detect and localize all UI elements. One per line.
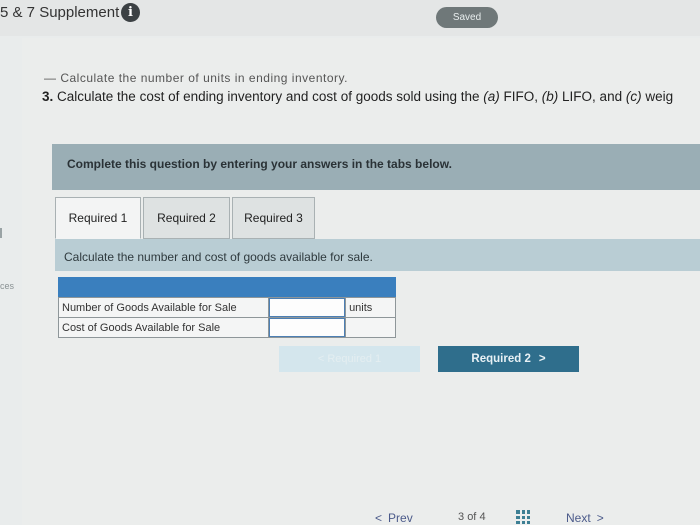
next-label: Next bbox=[566, 511, 591, 525]
tab-required-1[interactable]: Required 1 bbox=[55, 197, 141, 239]
tab-required-2[interactable]: Required 2 bbox=[143, 197, 230, 239]
table-row: Number of Goods Available for Sale units bbox=[57, 297, 396, 318]
question-number: 3. bbox=[42, 89, 54, 104]
next-required-label: Required 2 bbox=[471, 353, 531, 365]
tab-instruction: Calculate the number and cost of goods a… bbox=[64, 250, 373, 264]
question-body: Calculate the cost of ending inventory a… bbox=[53, 89, 484, 104]
saved-badge: Saved bbox=[436, 7, 498, 28]
row-label-number-of-goods: Number of Goods Available for Sale bbox=[57, 297, 270, 318]
page-current: 3 bbox=[458, 511, 465, 523]
question-c-text: weig bbox=[641, 89, 674, 104]
page-total: 4 bbox=[479, 511, 486, 523]
page-count: 3 of 4 bbox=[458, 511, 486, 523]
question-text: 3. Calculate the cost of ending inventor… bbox=[42, 89, 700, 104]
question-previous-line: — Calculate the number of units in endin… bbox=[44, 73, 348, 85]
next-link[interactable]: Next > bbox=[566, 511, 604, 525]
info-icon[interactable]: i bbox=[121, 3, 140, 22]
question-c-label: (c) bbox=[625, 89, 642, 104]
table-header bbox=[58, 277, 396, 297]
table-row: Cost of Goods Available for Sale bbox=[57, 317, 396, 338]
chevron-right-icon: > bbox=[596, 511, 604, 525]
prev-required-button[interactable]: < Required 1 bbox=[279, 346, 420, 372]
unit-label-empty bbox=[345, 317, 396, 338]
question-a-text: FIFO, bbox=[499, 89, 542, 104]
page-title: 5 & 7 Supplement bbox=[0, 4, 120, 21]
footer-nav: < Prev 3 of 4 Next > bbox=[370, 509, 700, 525]
side-label: ces bbox=[0, 281, 15, 291]
input-cell bbox=[268, 297, 347, 318]
chevron-left-icon: < bbox=[375, 511, 383, 525]
question-a-label: (a) bbox=[483, 89, 500, 104]
next-required-button[interactable]: Required 2 > bbox=[438, 346, 579, 372]
input-cell bbox=[268, 317, 347, 338]
grid-icon[interactable] bbox=[516, 510, 530, 524]
row-label-cost-of-goods: Cost of Goods Available for Sale bbox=[57, 317, 270, 338]
page-of: of bbox=[467, 511, 477, 523]
tab-required-3[interactable]: Required 3 bbox=[232, 197, 315, 239]
answer-table: Number of Goods Available for Sale units… bbox=[57, 297, 396, 338]
prev-label: Prev bbox=[388, 511, 413, 525]
side-mark bbox=[0, 228, 4, 238]
question-b-text: LIFO, and bbox=[558, 89, 626, 104]
question-b-label: (b) bbox=[541, 89, 559, 104]
instruction-text: Complete this question by entering your … bbox=[67, 157, 452, 171]
prev-link[interactable]: < Prev bbox=[375, 511, 413, 525]
number-of-goods-input[interactable] bbox=[269, 298, 346, 317]
chevron-right-icon: > bbox=[538, 353, 546, 365]
cost-of-goods-input[interactable] bbox=[269, 318, 346, 337]
unit-label: units bbox=[345, 297, 396, 318]
